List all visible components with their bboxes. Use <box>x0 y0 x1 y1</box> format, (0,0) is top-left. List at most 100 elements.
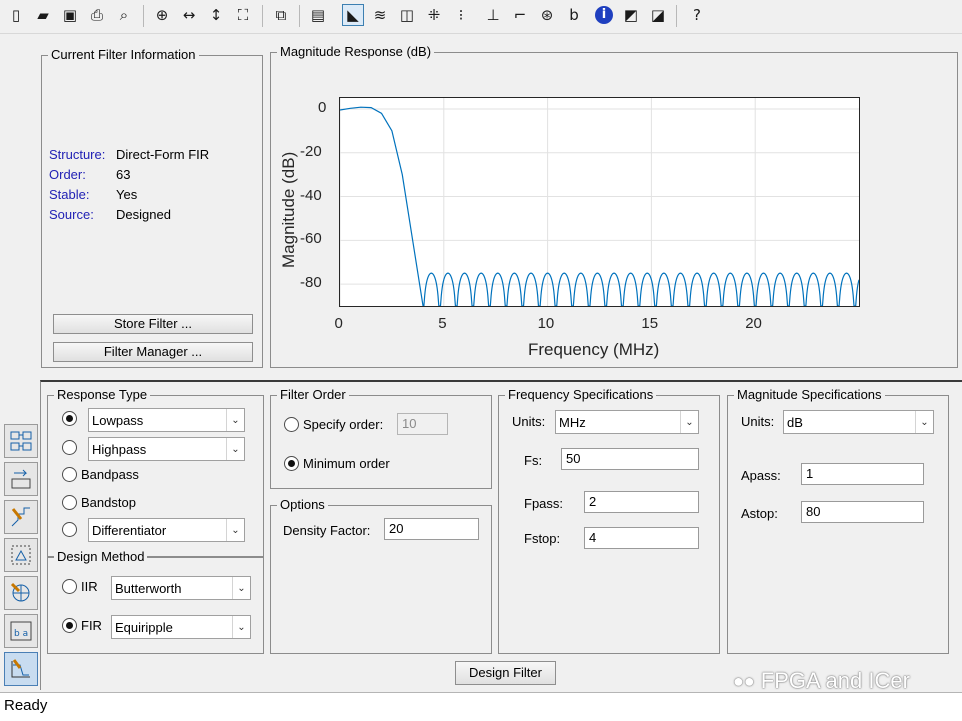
magnitude-phase-icon[interactable]: ◫ <box>396 4 418 26</box>
magnitude-response-icon[interactable]: ◣ <box>342 4 364 26</box>
mag-units-value: dB <box>787 415 803 430</box>
apass-label: Apass: <box>741 468 781 483</box>
highpass-dropdown-value: Highpass <box>92 442 147 457</box>
print-icon[interactable]: ⎙ <box>86 4 108 26</box>
stable-key: Stable: <box>49 187 90 202</box>
pole-zero-icon[interactable] <box>4 576 38 610</box>
astop-input[interactable]: 80 <box>801 501 924 523</box>
source-value: Designed <box>116 207 171 222</box>
fpass-input[interactable]: 2 <box>584 491 699 513</box>
lowpass-dropdown[interactable]: Lowpass ⌄ <box>88 408 245 432</box>
options-title: Options <box>277 497 328 513</box>
frequency-specs-title: Frequency Specifications <box>505 387 657 403</box>
iir-label[interactable]: IIR <box>81 579 98 595</box>
store-filter-button[interactable]: Store Filter ... <box>53 314 253 334</box>
full-view-icon[interactable]: ⛶ <box>232 4 254 26</box>
impulse-response-icon[interactable]: ⊥ <box>482 4 504 26</box>
chevron-down-icon: ⌄ <box>226 409 244 431</box>
x-tick-label: 20 <box>745 315 762 332</box>
phase-delay-icon[interactable]: ⁝ <box>450 4 472 26</box>
pole-zero-icon[interactable]: ⊛ <box>536 4 558 26</box>
differentiator-dropdown-value: Differentiator <box>92 523 167 538</box>
specify-order-input[interactable]: 10 <box>397 413 448 435</box>
filter-coefficients-icon[interactable]: b <box>563 4 585 26</box>
plot-axes[interactable] <box>339 97 860 307</box>
minimum-order-label[interactable]: Minimum order <box>303 456 390 472</box>
freq-units-label: Units: <box>512 414 546 429</box>
phase-response-icon[interactable]: ≋ <box>369 4 391 26</box>
fstop-label: Fstop: <box>524 531 561 546</box>
design-filter-button[interactable]: Design Filter <box>455 661 556 685</box>
differentiator-dropdown[interactable]: Differentiator ⌄ <box>88 518 245 542</box>
pole-zero-editor-icon[interactable] <box>4 500 38 534</box>
import-filter-icon[interactable]: b a <box>4 614 38 648</box>
zoom-x-icon[interactable]: ↔ <box>178 4 200 26</box>
group-delay-icon[interactable]: ⁜ <box>423 4 445 26</box>
wechat-icon: ●● <box>733 670 755 691</box>
fir-label[interactable]: FIR <box>81 618 102 634</box>
fs-input[interactable]: 50 <box>561 448 699 470</box>
chevron-down-icon: ⌄ <box>232 577 250 599</box>
status-bar: Ready <box>0 692 962 721</box>
density-factor-label: Density Factor: <box>283 523 371 538</box>
bandpass-radio[interactable] <box>62 467 77 482</box>
magnitude-plot-svg <box>340 98 859 306</box>
specify-order-radio[interactable] <box>284 417 299 432</box>
chevron-down-icon: ⌄ <box>680 411 698 433</box>
iir-method-dropdown[interactable]: Butterworth ⌄ <box>111 576 251 600</box>
lowpass-dropdown-value: Lowpass <box>92 413 144 428</box>
lowpass-radio[interactable] <box>62 411 77 426</box>
fstop-input[interactable]: 4 <box>584 527 699 549</box>
chevron-down-icon: ⌄ <box>226 438 244 460</box>
open-icon[interactable]: ▰ <box>32 4 54 26</box>
bandstop-radio[interactable] <box>62 495 77 510</box>
zoom-y-icon[interactable]: ↕ <box>205 4 227 26</box>
x-tick-label: 0 <box>334 315 343 332</box>
magnitude-curve <box>340 106 859 306</box>
chevron-down-icon: ⌄ <box>232 616 250 638</box>
bandpass-label[interactable]: Bandpass <box>81 467 139 483</box>
y-tick-label: 0 <box>318 98 327 116</box>
chevron-down-icon: ⌄ <box>226 519 244 541</box>
print-preview-icon[interactable]: ⌕ <box>113 4 135 26</box>
design-method-panel: Design Method <box>47 549 264 654</box>
highpass-radio[interactable] <box>62 440 77 455</box>
filter-specs-icon[interactable]: ▤ <box>307 4 329 26</box>
apass-input[interactable]: 1 <box>801 463 924 485</box>
y-tick-label: -60 <box>300 230 322 248</box>
step-response-icon[interactable]: ⌐ <box>509 4 531 26</box>
bandstop-label[interactable]: Bandstop <box>81 495 136 511</box>
realize-model-icon[interactable] <box>4 538 38 572</box>
convert-structure-icon[interactable] <box>4 462 38 496</box>
design-filter-icon[interactable] <box>4 652 38 686</box>
zoom-in-icon[interactable]: ⊕ <box>151 4 173 26</box>
y-tick-label: -20 <box>300 142 322 160</box>
fir-method-dropdown[interactable]: Equiripple ⌄ <box>111 615 251 639</box>
noise-power-icon[interactable]: ◪ <box>647 4 669 26</box>
iir-radio[interactable] <box>62 579 77 594</box>
mag-units-dropdown[interactable]: dB ⌄ <box>783 410 934 434</box>
chevron-down-icon: ⌄ <box>915 411 933 433</box>
toolbar-separator <box>676 5 677 27</box>
density-factor-input[interactable]: 20 <box>384 518 479 540</box>
toolbar-separator <box>299 5 300 27</box>
transform-filter-icon[interactable] <box>4 424 38 458</box>
fir-radio[interactable] <box>62 618 77 633</box>
new-icon[interactable]: ▯ <box>5 4 27 26</box>
toolbar-separator <box>143 5 144 27</box>
filter-information-icon[interactable]: i <box>593 4 615 26</box>
new-figure-icon[interactable]: ⧉ <box>270 4 292 26</box>
design-method-title: Design Method <box>54 549 148 565</box>
freq-units-dropdown[interactable]: MHz ⌄ <box>555 410 699 434</box>
side-toolbar: b a <box>0 34 40 690</box>
save-icon[interactable]: ▣ <box>59 4 81 26</box>
highpass-dropdown[interactable]: Highpass ⌄ <box>88 437 245 461</box>
structure-key: Structure: <box>49 147 106 162</box>
minimum-order-radio[interactable] <box>284 456 299 471</box>
specify-order-label[interactable]: Specify order: <box>303 417 383 433</box>
filter-manager-button[interactable]: Filter Manager ... <box>53 342 253 362</box>
differentiator-radio[interactable] <box>62 522 77 537</box>
magnitude-estimate-icon[interactable]: ◩ <box>620 4 642 26</box>
whats-this-icon[interactable]: ? <box>686 4 708 26</box>
x-tick-label: 5 <box>438 315 447 332</box>
